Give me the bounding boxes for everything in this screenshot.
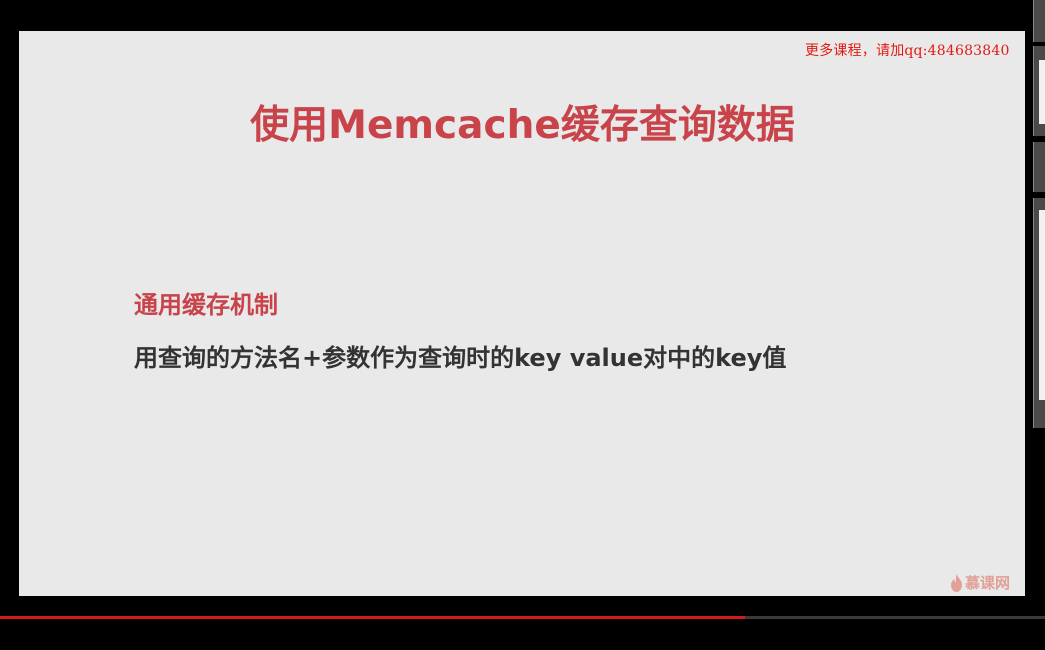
logo-text: 慕课网 — [965, 574, 1011, 592]
watermark-text: 更多课程，请加qq:484683840 — [805, 43, 1010, 59]
slide-title: 使用Memcache缓存查询数据 — [250, 103, 795, 148]
progress-fill — [0, 616, 746, 619]
section-body: 用查询的方法名+参数作为查询时的key value对中的key值 — [134, 344, 787, 372]
video-player: 更多课程，请加qq:484683840 使用Memcache缓存查询数据 通用缓… — [0, 0, 1045, 650]
side-panel-edge — [1033, 0, 1045, 430]
flame-icon — [950, 573, 963, 592]
imooc-logo: 慕课网 — [950, 572, 1010, 593]
progress-bar[interactable] — [0, 616, 1045, 619]
section-heading: 通用缓存机制 — [134, 291, 278, 319]
